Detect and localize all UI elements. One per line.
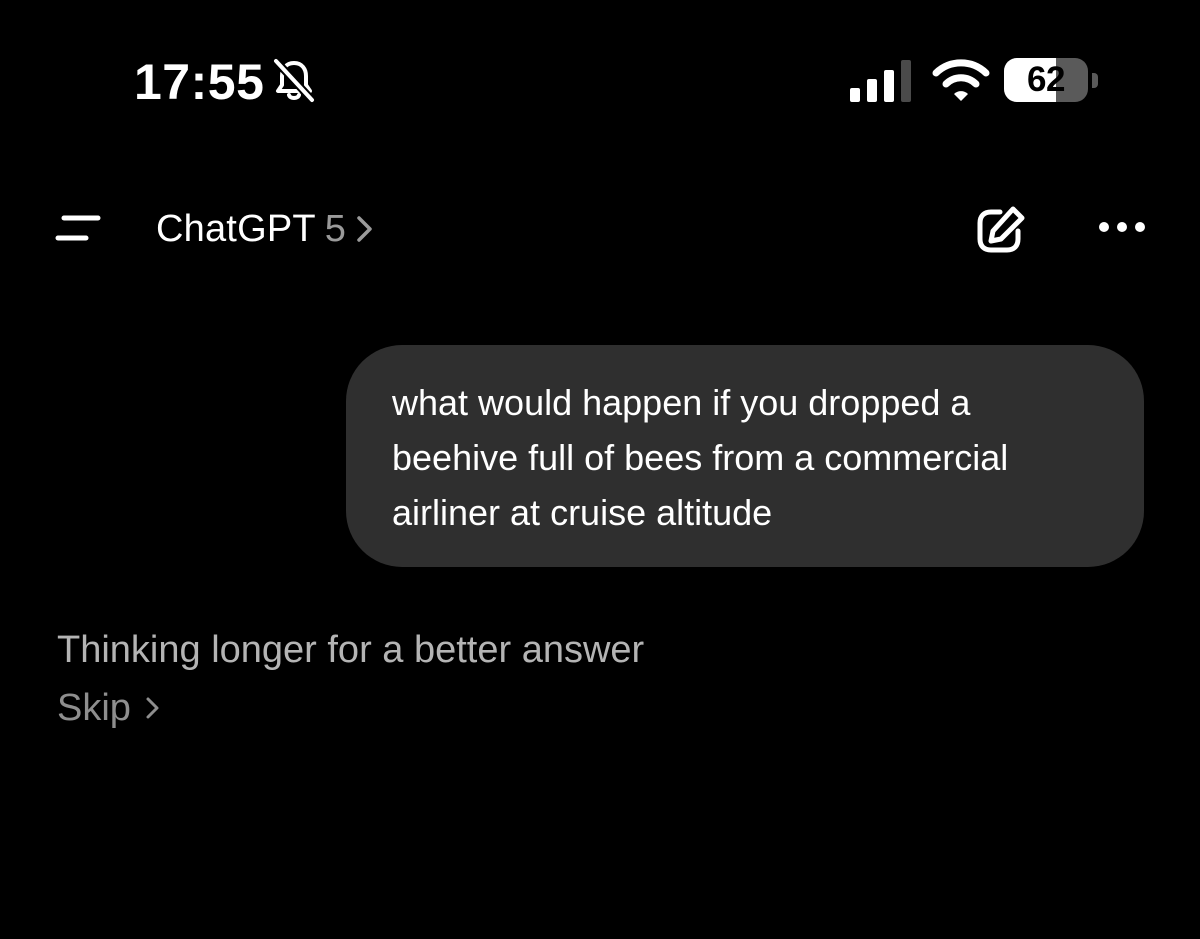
bell-slash-icon [273, 58, 315, 103]
chevron-right-icon [357, 216, 372, 242]
thinking-status: Thinking longer for a better answer [57, 629, 645, 671]
battery-cap [1092, 73, 1098, 88]
status-time: 17:55 [134, 54, 265, 110]
chevron-right-icon [146, 697, 159, 719]
battery-icon: 62 [1004, 58, 1100, 104]
menu-icon[interactable] [52, 208, 104, 248]
new-chat-icon[interactable] [974, 205, 1026, 255]
model-version: 5 [324, 207, 346, 250]
status-bar: 17:55 62 [0, 0, 1200, 160]
app-title: ChatGPT [156, 207, 316, 250]
model-selector[interactable]: ChatGPT 5 [156, 204, 376, 254]
wifi-icon [932, 59, 990, 101]
more-icon[interactable] [1096, 216, 1148, 238]
user-message-bubble[interactable]: what would happen if you dropped a beehi… [346, 345, 1144, 567]
skip-label: Skip [57, 687, 131, 729]
nav-header: ChatGPT 5 [0, 190, 1200, 270]
user-message-text: what would happen if you dropped a beehi… [392, 382, 1009, 533]
skip-button[interactable]: Skip [57, 684, 161, 732]
battery-level: 62 [1027, 60, 1065, 99]
cellular-signal-icon [850, 60, 911, 102]
battery-body: 62 [1004, 58, 1088, 102]
